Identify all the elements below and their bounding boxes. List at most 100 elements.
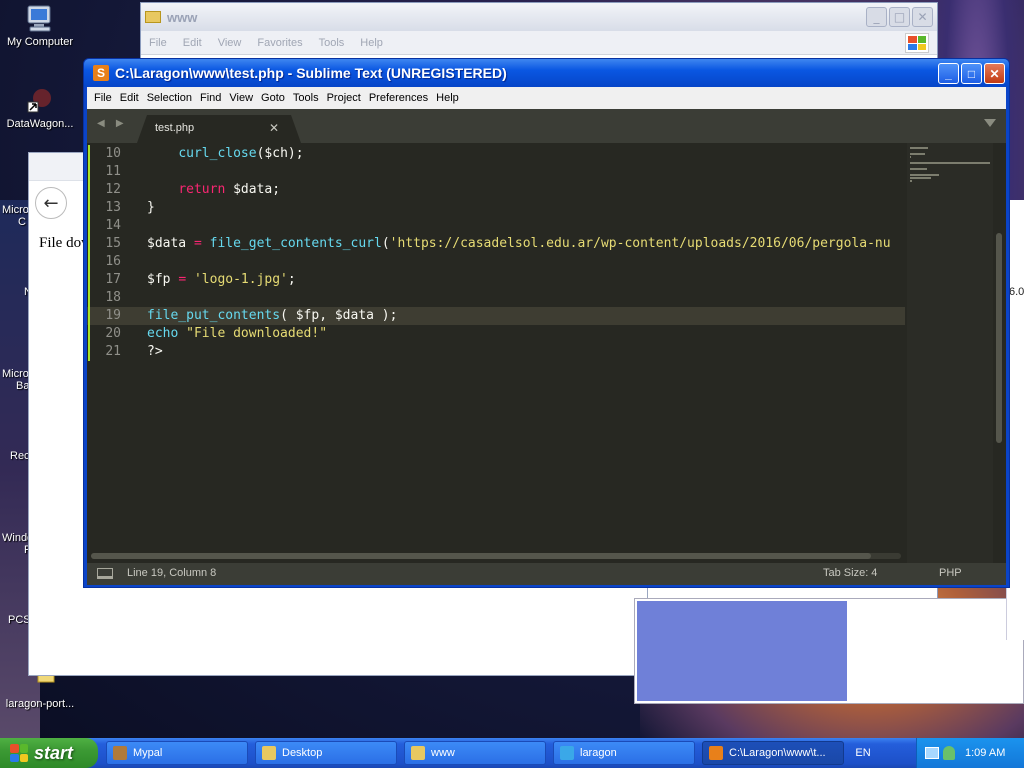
code-line[interactable]: ?> — [147, 343, 163, 361]
start-label: start — [34, 742, 74, 763]
desktop-icon-label: laragon-port... — [5, 698, 75, 710]
code-line[interactable]: file_put_contents( $fp, $data ); — [147, 307, 397, 325]
menu-file[interactable]: File — [92, 92, 118, 104]
maximize-button[interactable]: □ — [889, 7, 910, 27]
menu-file[interactable]: File — [149, 37, 167, 49]
code-line[interactable]: } — [147, 199, 155, 217]
close-button[interactable]: ✕ — [984, 63, 1005, 84]
menu-preferences[interactable]: Preferences — [367, 92, 434, 104]
menu-tools[interactable]: Tools — [291, 92, 325, 104]
code-token: ( — [381, 236, 390, 251]
line-number: 18 — [105, 290, 121, 305]
start-button[interactable]: start — [0, 738, 98, 768]
taskbar-button-label: Desktop — [282, 747, 323, 759]
taskbar-button-label: Mypal — [133, 747, 163, 759]
code-line[interactable]: $data = file_get_contents_curl('https://… — [147, 235, 891, 253]
page-text: File dov — [39, 235, 89, 251]
explorer-title: www — [167, 9, 198, 25]
code-token: = — [178, 272, 187, 287]
tray-app-icon[interactable] — [943, 746, 955, 760]
code-token: file_get_contents_curl — [209, 236, 382, 251]
code-token: $fp — [147, 272, 179, 287]
minimap-line — [910, 180, 912, 182]
line-gutter: 10 11 12 13 14 15 16 17 18 19 20 21 — [87, 143, 143, 563]
code-token: curl_close — [178, 146, 257, 161]
horizontal-scrollbar[interactable] — [91, 553, 901, 559]
taskbar-button[interactable]: Mypal — [106, 741, 248, 765]
line-number: 21 — [105, 344, 121, 359]
panel-toggle-icon[interactable] — [97, 568, 113, 579]
tab-list-dropdown-icon[interactable] — [984, 119, 996, 127]
explorer-titlebar[interactable]: www — [141, 3, 937, 31]
sublime-titlebar[interactable]: S C:\Laragon\www\test.php - Sublime Text… — [84, 59, 1009, 87]
code-line[interactable]: return $data; — [147, 181, 280, 199]
code-line[interactable]: $fp = 'logo-1.jpg'; — [147, 271, 296, 289]
tab-size-selector[interactable]: Tab Size: 4 — [823, 567, 877, 579]
menu-favorites[interactable]: Favorites — [257, 37, 302, 49]
taskbar-button[interactable]: C:\Laragon\www\t... — [702, 741, 844, 765]
code-token: 'https://casadelsol.edu.ar/wp-content/up… — [389, 236, 891, 251]
folder-icon — [145, 11, 161, 23]
menu-project[interactable]: Project — [325, 92, 367, 104]
code-editor[interactable]: 10 11 12 13 14 15 16 17 18 19 20 21 curl_close($ch)… — [87, 143, 1006, 563]
taskbar-button-label: www — [431, 747, 455, 759]
taskbar: start Mypal Desktop www laragon C:\Laragon\w… — [0, 738, 1024, 768]
minimize-button[interactable]: _ — [938, 63, 959, 84]
windows-logo-icon — [10, 744, 28, 762]
minimap[interactable] — [907, 143, 993, 563]
line-number: 15 — [105, 236, 121, 251]
clock[interactable]: 1:09 AM — [965, 747, 1005, 759]
language-indicator[interactable]: EN — [852, 744, 874, 762]
tab-close-icon[interactable]: ✕ — [269, 121, 279, 135]
taskbar-button[interactable]: laragon — [553, 741, 695, 765]
desktop-icon-datawagon[interactable]: DataWagon... — [0, 84, 80, 130]
menu-edit[interactable]: Edit — [183, 37, 202, 49]
menu-selection[interactable]: Selection — [145, 92, 198, 104]
menu-edit[interactable]: Edit — [118, 92, 145, 104]
status-bar: Line 19, Column 8 Tab Size: 4 PHP — [87, 563, 1006, 585]
code-line[interactable]: curl_close($ch); — [147, 145, 303, 163]
desktop-icon-label-clipped[interactable]: Rec — [10, 450, 30, 462]
vertical-scrollbar[interactable] — [996, 233, 1002, 443]
desktop-icon-label-clipped[interactable]: Micro — [2, 204, 29, 216]
taskbar-button[interactable]: Desktop — [255, 741, 397, 765]
minimap-line — [910, 168, 927, 170]
app-icon — [411, 746, 425, 760]
syntax-selector[interactable]: PHP — [939, 567, 962, 579]
tab-test-php[interactable]: test.php ✕ — [137, 115, 301, 143]
code-token: "File downloaded!" — [186, 326, 328, 341]
line-number: 14 — [105, 218, 121, 233]
code-token: $data — [147, 236, 194, 251]
menu-goto[interactable]: Goto — [259, 92, 291, 104]
close-button[interactable]: ✕ — [912, 7, 933, 27]
menu-view[interactable]: View — [227, 92, 259, 104]
network-icon[interactable] — [925, 747, 939, 759]
code-token: } — [147, 200, 155, 215]
code-line[interactable]: echo "File downloaded!" — [147, 325, 327, 343]
minimap-line — [910, 174, 939, 176]
menu-help[interactable]: Help — [360, 37, 383, 49]
menu-tools[interactable]: Tools — [319, 37, 345, 49]
back-button[interactable]: ← — [35, 187, 67, 219]
background-window-fragment[interactable] — [634, 598, 1024, 704]
code-token: 'logo-1.jpg' — [193, 272, 288, 287]
desktop-icon-label-clipped[interactable]: C — [18, 216, 26, 228]
menu-help[interactable]: Help — [434, 92, 465, 104]
taskbar-button-label: laragon — [580, 747, 617, 759]
sublime-window[interactable]: S C:\Laragon\www\test.php - Sublime Text… — [83, 58, 1010, 588]
menu-view[interactable]: View — [218, 37, 242, 49]
app-icon — [113, 746, 127, 760]
maximize-button[interactable]: □ — [961, 63, 982, 84]
minimize-button[interactable]: _ — [866, 7, 887, 27]
menu-find[interactable]: Find — [198, 92, 227, 104]
tab-nav-arrows-icon[interactable]: ◀ ▶ — [97, 118, 128, 129]
desktop-icon-my-computer[interactable]: My Computer — [0, 2, 80, 48]
taskbar-button[interactable]: www — [404, 741, 546, 765]
code-token: $data; — [225, 182, 281, 197]
desktop-icon-label-clipped[interactable]: Micro — [2, 368, 29, 380]
computer-icon — [27, 5, 51, 32]
horizontal-scroll-thumb[interactable] — [91, 553, 871, 559]
tab-label: test.php — [155, 122, 195, 134]
